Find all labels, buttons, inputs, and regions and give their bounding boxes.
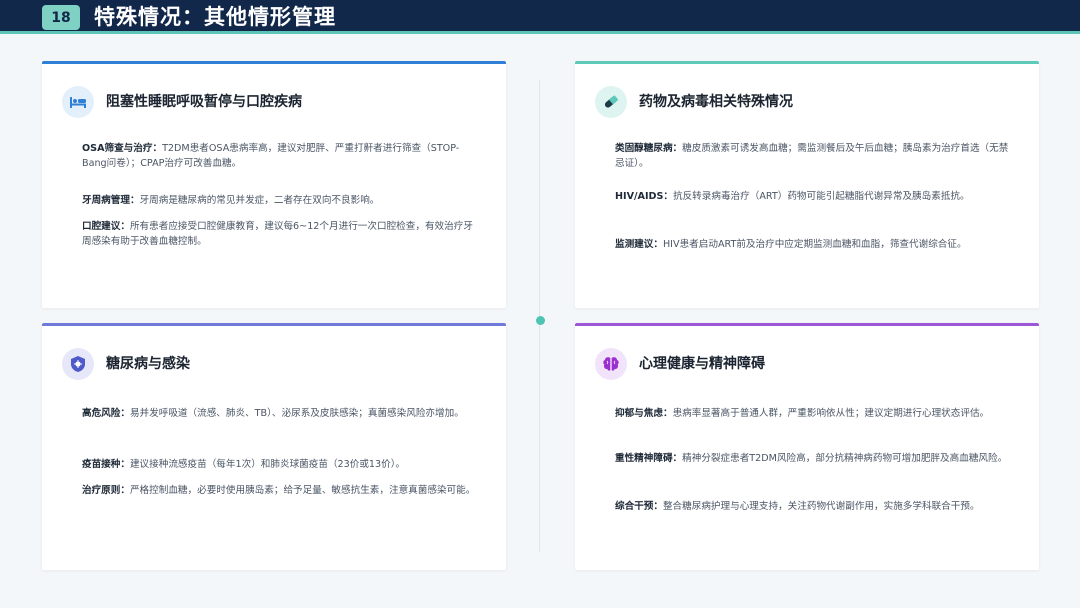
list-item: 治疗原则：严格控制血糖，必要时使用胰岛素；给予足量、敏感抗生素，注意真菌感染可能… [82, 483, 482, 498]
list-item: 牙周病管理：牙周病是糖尿病的常见并发症，二者存在双向不良影响。 [82, 193, 482, 208]
shield-virus-icon [62, 348, 94, 380]
item-text: 抗反转录病毒治疗（ART）药物可能引起糖脂代谢异常及胰岛素抵抗。 [673, 191, 970, 202]
list-item: 高危风险：易并发呼吸道（流感、肺炎、TB）、泌尿系及皮肤感染；真菌感染风险亦增加… [82, 406, 482, 421]
card-top-line [42, 61, 506, 64]
card-mental-health: 心理健康与精神障碍 抑郁与焦虑：患病率显著高于普通人群，严重影响依从性；建议定期… [575, 323, 1039, 570]
item-label: HIV/AIDS： [615, 191, 673, 202]
item-label: 治疗原则： [82, 485, 130, 496]
list-item: 重性精神障碍：精神分裂症患者T2DM风险高，部分抗精神病药物可增加肥胖及高血糖风… [615, 451, 1015, 466]
item-text: 建议接种流感疫苗（每年1次）和肺炎球菌疫苗（23价或13价）。 [129, 459, 406, 470]
list-item: 类固醇糖尿病：糖皮质激素可诱发高血糖；需监测餐后及午后血糖；胰岛素为治疗首选（无… [615, 141, 1015, 171]
card-top-line [42, 323, 506, 326]
list-item: HIV/AIDS：抗反转录病毒治疗（ART）药物可能引起糖脂代谢异常及胰岛素抵抗… [615, 189, 1015, 204]
card-sleep-apnea-oral: 阻塞性睡眠呼吸暂停与口腔疾病 OSA筛查与治疗：T2DM患者OSA患病率高，建议… [42, 61, 506, 308]
list-item: 疫苗接种：建议接种流感疫苗（每年1次）和肺炎球菌疫苗（23价或13价）。 [82, 457, 482, 472]
item-label: 综合干预： [615, 501, 663, 512]
card-title: 心理健康与精神障碍 [639, 356, 765, 372]
item-text: 患病率显著高于普通人群，严重影响依从性；建议定期进行心理状态评估。 [672, 408, 990, 419]
item-label: OSA筛查与治疗： [82, 143, 163, 154]
item-text: 易并发呼吸道（流感、肺炎、TB）、泌尿系及皮肤感染；真菌感染风险亦增加。 [129, 408, 464, 419]
card-title: 糖尿病与感染 [106, 356, 190, 372]
item-label: 牙周病管理： [82, 195, 140, 206]
item-text: 所有患者应接受口腔健康教育，建议每6~12个月进行一次口腔检查，有效治疗牙周感染… [82, 221, 473, 247]
card-drug-virus: 药物及病毒相关特殊情况 类固醇糖尿病：糖皮质激素可诱发高血糖；需监测餐后及午后血… [575, 61, 1039, 308]
pill-icon [595, 86, 627, 118]
list-item: 口腔建议：所有患者应接受口腔健康教育，建议每6~12个月进行一次口腔检查，有效治… [82, 219, 482, 249]
item-text: 牙周病是糖尿病的常见并发症，二者存在双向不良影响。 [139, 195, 380, 206]
item-label: 类固醇糖尿病： [615, 143, 683, 154]
item-label: 疫苗接种： [82, 459, 130, 470]
card-top-line [575, 61, 1039, 64]
card-title: 药物及病毒相关特殊情况 [639, 94, 793, 110]
card-top-line [575, 323, 1039, 326]
item-label: 高危风险： [82, 408, 130, 419]
list-item: OSA筛查与治疗：T2DM患者OSA患病率高，建议对肥胖、严重打鼾者进行筛查（S… [82, 141, 482, 171]
card-diabetes-infection: 糖尿病与感染 高危风险：易并发呼吸道（流感、肺炎、TB）、泌尿系及皮肤感染；真菌… [42, 323, 506, 570]
page-title: 特殊情况：其他情形管理 [94, 4, 336, 29]
item-label: 口腔建议： [82, 221, 130, 232]
item-text: 整合糖尿病护理与心理支持，关注药物代谢副作用，实施多学科联合干预。 [662, 501, 980, 512]
item-text: 精神分裂症患者T2DM风险高，部分抗精神病药物可增加肥胖及高血糖风险。 [682, 453, 1008, 464]
list-item: 监测建议：HIV患者启动ART前及治疗中应定期监测血糖和血脂，筛查代谢综合征。 [615, 237, 1015, 252]
item-text: 严格控制血糖，必要时使用胰岛素；给予足量、敏感抗生素，注意真菌感染可能。 [129, 485, 476, 496]
list-item: 抑郁与焦虑：患病率显著高于普通人群，严重影响依从性；建议定期进行心理状态评估。 [615, 406, 1015, 421]
center-divider-dot [536, 316, 545, 325]
item-label: 重性精神障碍： [615, 453, 683, 464]
item-label: 抑郁与焦虑： [615, 408, 673, 419]
bed-icon [62, 86, 94, 118]
page-number-badge: 18 [42, 5, 80, 30]
card-title: 阻塞性睡眠呼吸暂停与口腔疾病 [106, 94, 302, 110]
brain-icon [595, 348, 627, 380]
header-bar: 18 特殊情况：其他情形管理 [0, 0, 1080, 34]
item-text: HIV患者启动ART前及治疗中应定期监测血糖和血脂，筛查代谢综合征。 [662, 239, 967, 250]
list-item: 综合干预：整合糖尿病护理与心理支持，关注药物代谢副作用，实施多学科联合干预。 [615, 499, 1015, 514]
item-label: 监测建议： [615, 239, 663, 250]
